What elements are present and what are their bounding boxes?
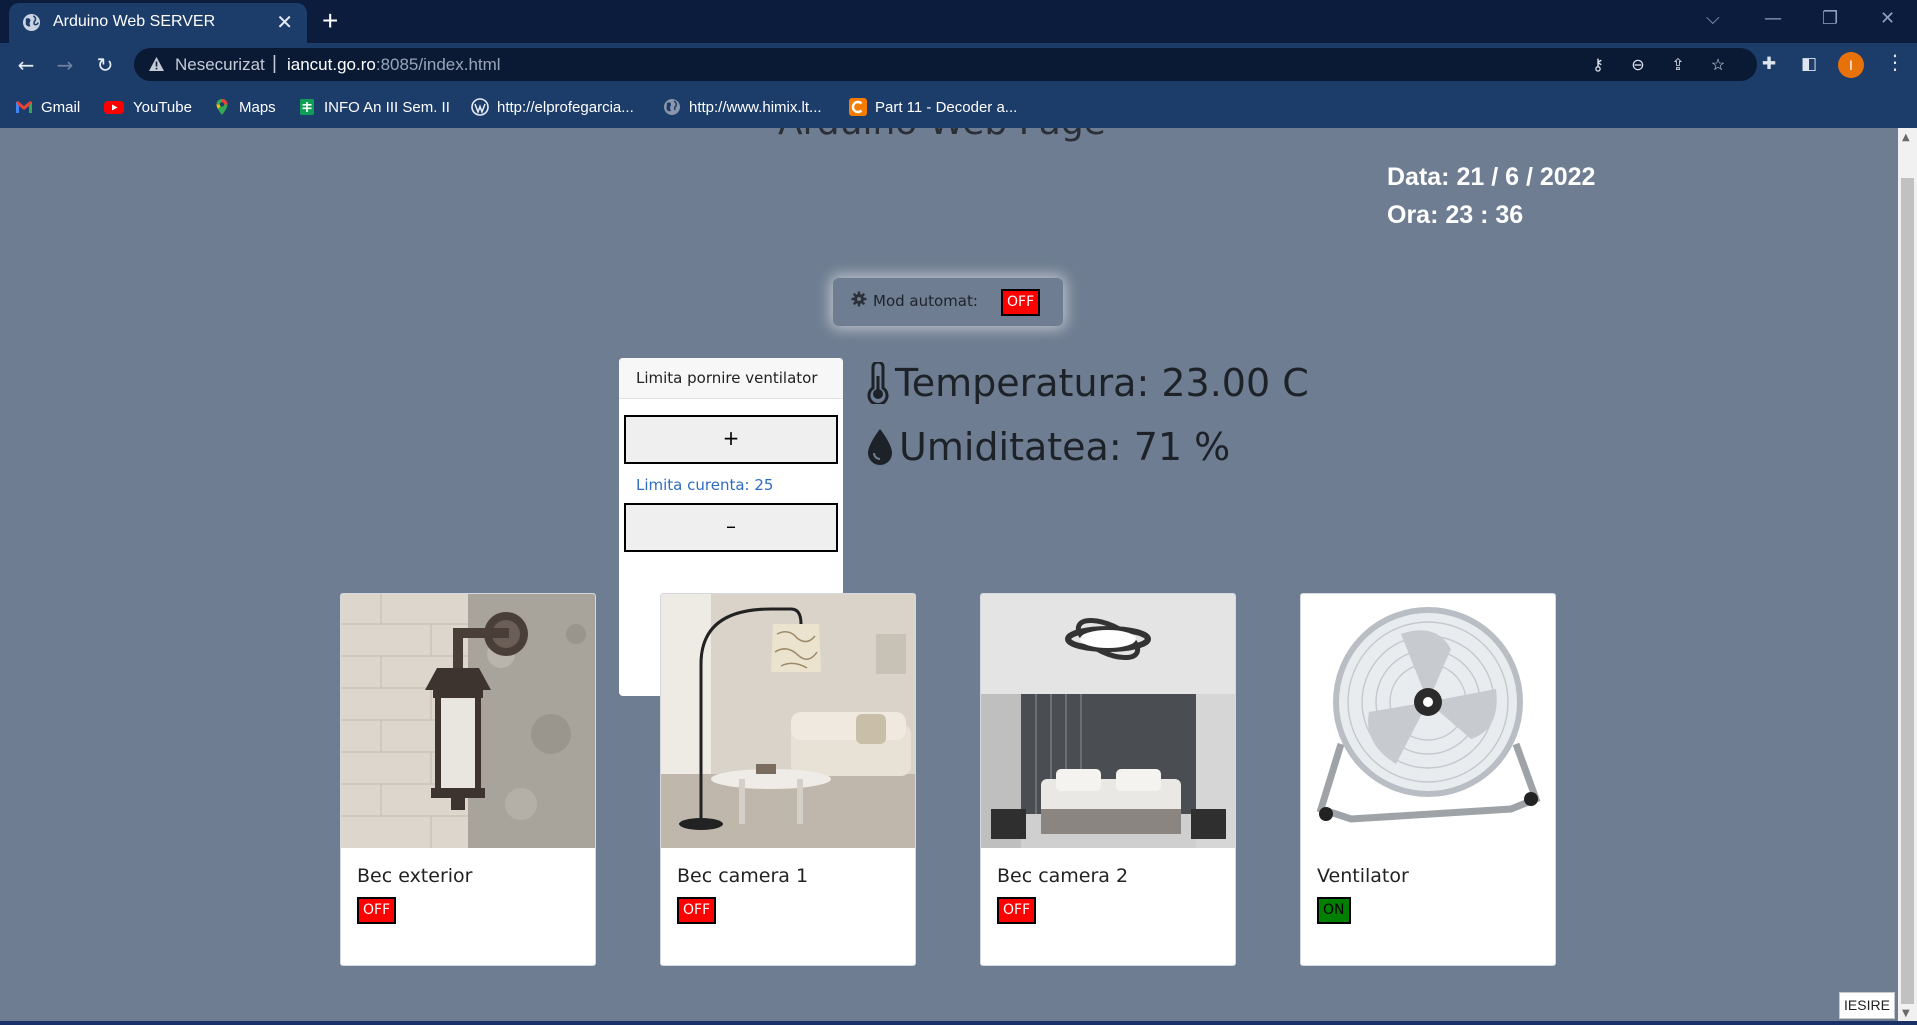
bec-camera-1-toggle[interactable]: OFF bbox=[677, 897, 717, 924]
auto-mode-toggle[interactable]: OFF bbox=[1001, 289, 1041, 316]
key-icon[interactable]: ⚷ bbox=[1588, 55, 1608, 75]
back-icon[interactable]: ← bbox=[14, 53, 38, 77]
device-card-bec-exterior: Bec exterior OFF bbox=[340, 593, 596, 966]
auto-mode-panel: Mod automat: OFF bbox=[833, 278, 1063, 326]
side-panel-icon[interactable]: ◧ bbox=[1798, 54, 1820, 76]
tab-search-icon[interactable]: ⌵ bbox=[1706, 8, 1720, 29]
scroll-down-icon[interactable]: ▼ bbox=[1902, 1008, 1910, 1019]
decrease-limit-button[interactable]: – bbox=[624, 503, 838, 552]
increase-limit-button[interactable]: + bbox=[624, 415, 838, 464]
scroll-up-icon[interactable]: ▲ bbox=[1902, 132, 1910, 143]
page-title: Arduino Web Page bbox=[778, 128, 1106, 143]
profile-avatar[interactable]: I bbox=[1838, 52, 1864, 78]
extensions-icon[interactable]: ✚ bbox=[1758, 54, 1780, 76]
reload-icon[interactable]: ↻ bbox=[93, 53, 117, 77]
close-tab-icon[interactable]: ✕ bbox=[276, 10, 293, 35]
tab-arduino[interactable]: Arduino Web SERVER ✕ bbox=[9, 3, 307, 43]
bookmark-part11[interactable]: Part 11 - Decoder a... bbox=[849, 97, 1017, 117]
globe-icon bbox=[664, 99, 680, 115]
auto-mode-label: Mod automat: bbox=[873, 292, 978, 310]
device-card-bec-camera-1: Bec camera 1 OFF bbox=[660, 593, 916, 966]
menu-icon[interactable]: ⋮ bbox=[1885, 50, 1905, 74]
close-window-icon[interactable]: ✕ bbox=[1880, 8, 1895, 29]
temperature-text: Temperatura: 23.00 C bbox=[895, 361, 1309, 405]
bec-exterior-toggle[interactable]: OFF bbox=[357, 897, 397, 924]
c-site-icon bbox=[849, 98, 867, 116]
humidity-text: Umiditatea: 71 % bbox=[899, 425, 1231, 469]
new-tab-button[interactable]: + bbox=[322, 5, 338, 37]
time-text: Ora: 23 : 36 bbox=[1387, 201, 1524, 229]
browser-toolbar: ← → ↻ Nesecurizat | iancut.go.ro:8085/in… bbox=[0, 43, 1917, 86]
date-time-block: Data: 21 / 6 / 2022 Ora: 23 : 36 bbox=[1387, 158, 1595, 234]
globe-icon bbox=[22, 13, 41, 32]
bedroom-ceiling-light-image bbox=[981, 594, 1235, 848]
exit-button[interactable]: IESIRE bbox=[1839, 992, 1895, 1019]
floor-fan-image bbox=[1301, 594, 1555, 848]
url-separator: | bbox=[272, 53, 277, 74]
floor-lamp-image bbox=[661, 594, 915, 848]
zoom-icon[interactable]: ⊖ bbox=[1628, 55, 1648, 75]
bookmark-gmail[interactable]: Gmail bbox=[15, 97, 80, 117]
device-name: Ventilator bbox=[1317, 865, 1409, 887]
page-scrollbar[interactable]: ▲ ▼ bbox=[1898, 128, 1917, 1021]
scrollbar-thumb[interactable] bbox=[1901, 178, 1914, 1004]
tab-bar: Arduino Web SERVER ✕ + ⌵ — ❐ ✕ bbox=[0, 0, 1917, 43]
water-drop-icon bbox=[868, 429, 892, 465]
device-name: Bec exterior bbox=[357, 865, 473, 887]
bookmark-star-icon[interactable]: ☆ bbox=[1708, 55, 1728, 75]
bookmark-info[interactable]: INFO An III Sem. II bbox=[298, 97, 450, 117]
humidity-reading: Umiditatea: 71 % bbox=[865, 425, 1230, 469]
bec-camera-2-toggle[interactable]: OFF bbox=[997, 897, 1037, 924]
forward-icon[interactable]: → bbox=[53, 53, 77, 77]
page-content: Arduino Web Page Data: 21 / 6 / 2022 Ora… bbox=[0, 128, 1898, 1021]
device-card-bec-camera-2: Bec camera 2 OFF bbox=[980, 593, 1236, 966]
device-card-ventilator: Ventilator ON bbox=[1300, 593, 1556, 966]
device-name: Bec camera 1 bbox=[677, 865, 809, 887]
ventilator-toggle[interactable]: ON bbox=[1317, 897, 1351, 924]
minimize-icon[interactable]: — bbox=[1764, 8, 1782, 29]
sheets-icon bbox=[300, 99, 314, 115]
security-label[interactable]: Nesecurizat bbox=[175, 55, 265, 75]
fan-limit-header: Limita pornire ventilator bbox=[619, 358, 843, 399]
address-bar[interactable]: Nesecurizat | iancut.go.ro:8085/index.ht… bbox=[134, 48, 1757, 81]
gear-icon bbox=[851, 291, 867, 307]
share-icon[interactable]: ⇪ bbox=[1668, 55, 1688, 75]
wall-lantern-image bbox=[341, 594, 595, 848]
date-text: Data: 21 / 6 / 2022 bbox=[1387, 163, 1596, 191]
bookmark-himix[interactable]: http://www.himix.lt... bbox=[663, 97, 822, 117]
bookmark-maps[interactable]: Maps bbox=[213, 97, 276, 117]
url-text[interactable]: iancut.go.ro:8085/index.html bbox=[287, 55, 501, 75]
current-limit-text: Limita curenta: 25 bbox=[636, 476, 774, 494]
restore-icon[interactable]: ❐ bbox=[1822, 8, 1838, 29]
youtube-icon bbox=[104, 101, 124, 114]
tab-title: Arduino Web SERVER bbox=[53, 13, 216, 30]
gmail-icon bbox=[16, 101, 32, 113]
device-name: Bec camera 2 bbox=[997, 865, 1129, 887]
thermometer-icon bbox=[867, 362, 889, 404]
fan-limit-title: Limita pornire ventilator bbox=[636, 369, 818, 387]
bookmark-elprofegarcia[interactable]: http://elprofegarcia... bbox=[471, 97, 634, 117]
wordpress-icon bbox=[471, 98, 489, 116]
window-bottom-edge bbox=[0, 1021, 1917, 1025]
bookmarks-bar: Gmail YouTube Maps INFO An III Sem. II h… bbox=[0, 86, 1917, 128]
maps-icon bbox=[216, 99, 228, 115]
temperature-reading: Temperatura: 23.00 C bbox=[865, 361, 1309, 405]
bookmark-youtube[interactable]: YouTube bbox=[103, 97, 192, 117]
warning-icon bbox=[149, 57, 164, 71]
